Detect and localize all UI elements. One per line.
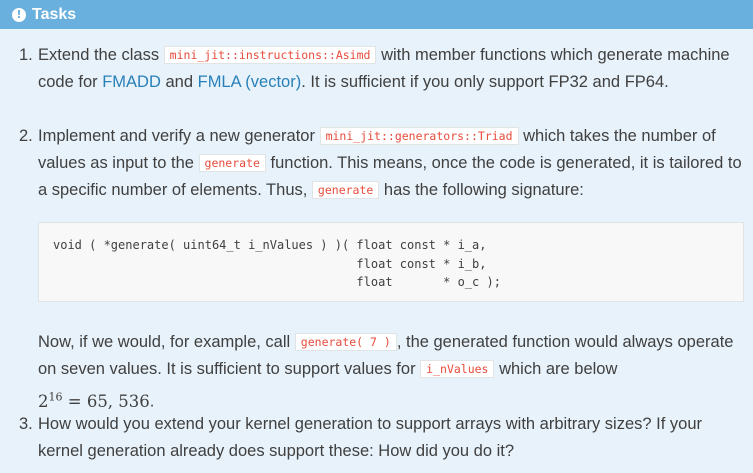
task-number: 2. bbox=[19, 127, 33, 145]
text-span: which are below bbox=[499, 360, 618, 378]
task-item-2-continued: Now, if we would, for example, call gene… bbox=[38, 329, 743, 416]
link-fmadd[interactable]: FMADD bbox=[102, 73, 161, 91]
text-span: FP64. bbox=[624, 73, 669, 91]
task-number: 3. bbox=[19, 415, 33, 433]
exclamation-circle-icon: ! bbox=[12, 7, 26, 22]
task-item-2: 2. Implement and verify a new generator … bbox=[19, 123, 750, 204]
task-text: Implement and verify a new generator min… bbox=[38, 123, 750, 204]
tasks-admonition: ! Tasks 1. Extend the class mini_jit::in… bbox=[0, 0, 753, 473]
task-text: Extend the class mini_jit::instructions:… bbox=[38, 42, 743, 96]
text-span: has the following signature: bbox=[383, 181, 584, 199]
inline-code: generate bbox=[198, 154, 266, 172]
text-span: , the generated function would always bbox=[396, 333, 673, 351]
text-span: . It is sufficient if you only support F… bbox=[301, 73, 621, 91]
inline-code: generate bbox=[311, 181, 380, 199]
task-text: How would you extend your kernel generat… bbox=[38, 411, 743, 465]
inline-code: mini_jit::instructions::Asimd bbox=[163, 46, 377, 64]
text-span: with member functions which generate bbox=[381, 46, 663, 64]
link-fmla-vector[interactable]: FMLA (vector) bbox=[198, 73, 302, 91]
admonition-body: 1. Extend the class mini_jit::instructio… bbox=[0, 29, 753, 473]
admonition-title: Tasks bbox=[32, 5, 77, 23]
text-span: function. This means, once the code is g… bbox=[270, 154, 665, 172]
text-span: . bbox=[149, 392, 155, 411]
admonition-header: ! Tasks bbox=[0, 0, 753, 29]
text-span: and bbox=[165, 73, 194, 91]
code-block-generate-signature: void ( *generate( uint64_t i_nValues ) )… bbox=[38, 222, 744, 302]
math-exponent: 16 bbox=[48, 390, 63, 403]
task-text: Now, if we would, for example, call gene… bbox=[38, 329, 743, 416]
math-rest: = 65, 536 bbox=[62, 391, 150, 411]
inline-code: mini_jit::generators::Triad bbox=[319, 127, 519, 145]
text-span: How would you extend your kernel generat… bbox=[38, 415, 702, 433]
math-base: 2 bbox=[38, 391, 49, 411]
task-number: 1. bbox=[19, 46, 33, 64]
text-span: kernel generation already does support t… bbox=[38, 442, 515, 460]
text-span: Extend the class bbox=[38, 46, 160, 64]
text-span: Implement and verify a new generator bbox=[38, 127, 315, 145]
math-expression: 216 = 65, 536 bbox=[38, 390, 150, 411]
inline-code: generate( 7 ) bbox=[294, 333, 397, 351]
text-span: Now, if we would, for example, call bbox=[38, 333, 291, 351]
text-span: which takes the number bbox=[523, 127, 698, 145]
task-item-1: 1. Extend the class mini_jit::instructio… bbox=[19, 42, 743, 96]
inline-code: i_nValues bbox=[420, 360, 495, 378]
task-item-3: 3. How would you extend your kernel gene… bbox=[19, 411, 743, 465]
